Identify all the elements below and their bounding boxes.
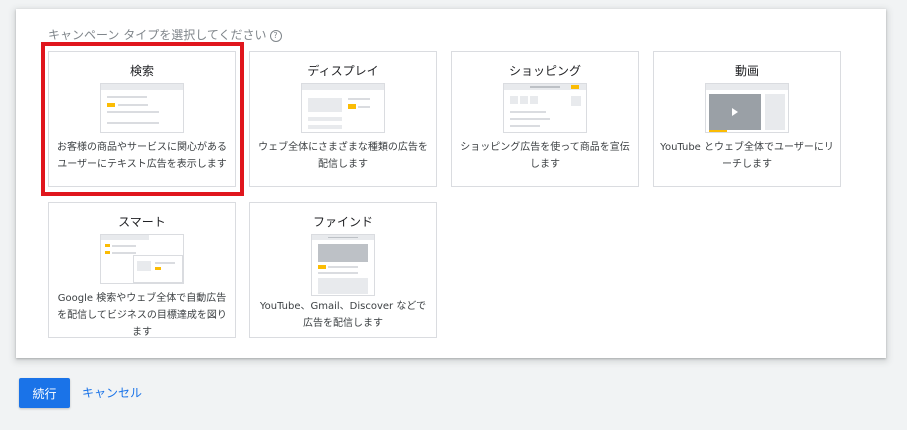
continue-button[interactable]: 続行: [19, 378, 70, 408]
card-title: ファインド: [312, 215, 373, 229]
discovery-illustration: [311, 234, 375, 296]
display-illustration: [301, 83, 385, 133]
card-title: 動画: [734, 64, 759, 78]
card-smart[interactable]: スマート Google 検索やウェブ全体で自動広告を配信してビジネスの目標達成を…: [48, 202, 236, 338]
card-description: ショッピング広告を使って商品を宣伝します: [460, 142, 630, 170]
question-circle-icon[interactable]: ?: [269, 30, 282, 42]
campaign-type-prompt: キャンペーン タイプを選択してください?: [48, 26, 282, 43]
card-description: YouTube とウェブ全体でユーザーにリーチします: [660, 142, 834, 170]
shopping-illustration: [503, 83, 587, 133]
card-description: ウェブ全体にさまざまな種類の広告を配信します: [258, 142, 428, 170]
card-search[interactable]: 検索 お客様の商品やサービスに関心があるユーザーにテキスト広告を表示します: [48, 51, 236, 187]
card-title: 検索: [129, 64, 154, 78]
campaign-type-panel: キャンペーン タイプを選択してください? 検索 お客様の商品やサービスに関心があ…: [16, 9, 886, 358]
card-discovery[interactable]: ファインド YouTube、Gmail、Discover などで広告を配信します: [249, 202, 437, 338]
video-illustration: [705, 83, 789, 133]
play-icon: [732, 108, 738, 116]
card-shopping[interactable]: ショッピング ショッピング広告を使って商品を宣伝します: [451, 51, 639, 187]
card-description: YouTube、Gmail、Discover などで広告を配信します: [259, 301, 427, 329]
card-description: Google 検索やウェブ全体で自動広告を配信してビジネスの目標達成を図ります: [57, 293, 227, 338]
card-title: ディスプレイ: [307, 64, 379, 78]
card-description: お客様の商品やサービスに関心があるユーザーにテキスト広告を表示します: [57, 142, 227, 170]
smart-illustration: [100, 234, 184, 284]
card-display[interactable]: ディスプレイ ウェブ全体にさまざまな種類の広告を配信します: [249, 51, 437, 187]
card-title: ショッピング: [508, 64, 581, 78]
search-illustration: [100, 83, 184, 133]
card-video[interactable]: 動画 YouTube とウェブ全体でユーザーにリーチします: [653, 51, 841, 187]
cancel-button[interactable]: キャンセル: [82, 378, 142, 408]
card-title: スマート: [118, 215, 166, 229]
prompt-text: キャンペーン タイプを選択してください: [48, 28, 267, 42]
